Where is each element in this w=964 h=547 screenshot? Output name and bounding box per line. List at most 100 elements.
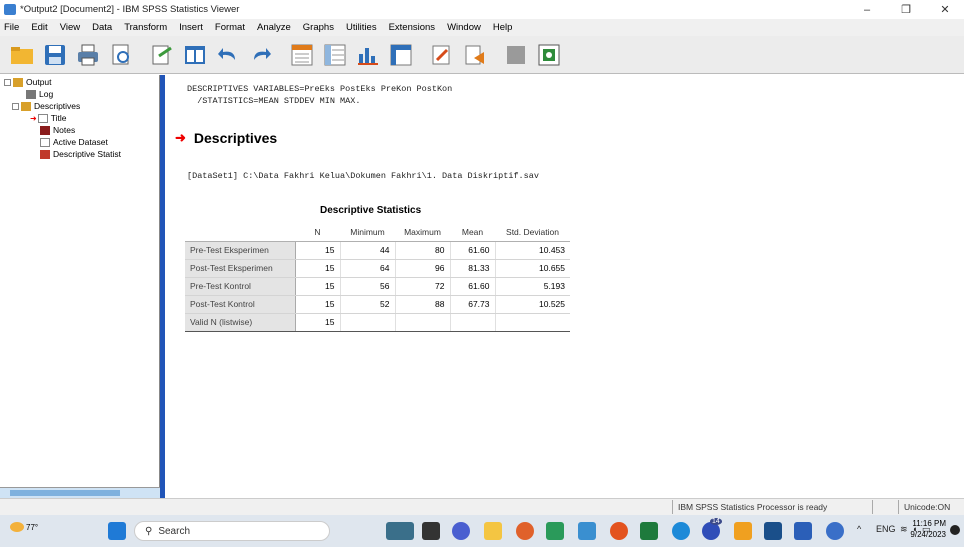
tree-label: Output — [26, 77, 52, 87]
word-icon[interactable] — [794, 522, 812, 540]
row-label: Valid N (listwise) — [185, 313, 296, 332]
tree-item-notes[interactable]: Notes — [40, 125, 75, 135]
row-label: Pre-Test Eksperimen — [185, 241, 296, 260]
window-title: *Output2 [Document2] - IBM SPSS Statisti… — [20, 4, 240, 15]
menu-format[interactable]: Format — [215, 22, 245, 33]
close-button[interactable]: ✕ — [928, 0, 962, 19]
tree-item-descriptive-statistics[interactable]: Descriptive Statist — [40, 149, 121, 159]
sticky-app-icon[interactable] — [734, 522, 752, 540]
table-cell: 81.33 — [449, 259, 495, 278]
menu-window[interactable]: Window — [447, 22, 481, 33]
menu-data[interactable]: Data — [92, 22, 112, 33]
excel-icon[interactable] — [640, 522, 658, 540]
table-header-row: N Minimum Maximum Mean Std. Deviation — [185, 223, 570, 242]
show-button[interactable] — [535, 41, 563, 69]
messaging-icon[interactable]: 14 — [702, 518, 722, 540]
variables-button[interactable] — [354, 41, 382, 69]
menu-view[interactable]: View — [60, 22, 80, 33]
task-view-icon[interactable] — [422, 522, 440, 540]
table-cell: 88 — [394, 295, 450, 314]
chat-icon[interactable] — [452, 522, 470, 540]
clock-time: 11:16 PM — [912, 519, 946, 528]
descriptive-statistics-table[interactable]: N Minimum Maximum Mean Std. Deviation Pr… — [185, 223, 570, 332]
edge-icon[interactable] — [672, 522, 690, 540]
log-icon — [26, 89, 36, 99]
tree-label: Descriptive Statist — [53, 149, 122, 159]
menu-analyze[interactable]: Analyze — [257, 22, 291, 33]
chrome-icon[interactable] — [516, 522, 534, 540]
redo-button[interactable] — [247, 41, 275, 69]
pivot-table-button[interactable] — [387, 41, 415, 69]
scrollbar-thumb[interactable] — [10, 490, 120, 496]
print-button[interactable] — [74, 41, 102, 69]
table-cell — [394, 313, 450, 332]
save-button[interactable] — [41, 41, 69, 69]
terminal-icon[interactable] — [764, 522, 782, 540]
tray-chevron-icon[interactable]: ^ — [857, 524, 861, 534]
menu-extensions[interactable]: Extensions — [389, 22, 435, 33]
table-cell: 15 — [294, 241, 340, 260]
table-cell: 80 — [394, 241, 450, 260]
row-label: Pre-Test Kontrol — [185, 277, 296, 296]
table-row: Valid N (listwise) 15 — [185, 313, 570, 332]
red-arrow-icon: ➜ — [175, 130, 186, 145]
start-icon[interactable] — [108, 522, 126, 540]
tree-label: Active Dataset — [53, 137, 108, 147]
network-app-icon[interactable] — [578, 522, 596, 540]
weather-widget[interactable]: 77° — [10, 522, 38, 532]
notification-icon[interactable] — [950, 525, 960, 535]
recall-dialog-button[interactable] — [181, 41, 209, 69]
hide-button[interactable] — [502, 41, 530, 69]
undo-button[interactable] — [214, 41, 242, 69]
tree-item-output[interactable]: Output — [4, 77, 52, 87]
taskbar-search[interactable]: ⚲ Search — [134, 521, 330, 541]
status-bar: IBM SPSS Statistics Processor is ready U… — [0, 498, 964, 515]
table-cell — [449, 313, 495, 332]
menu-edit[interactable]: Edit — [31, 22, 47, 33]
search-placeholder: Search — [158, 525, 191, 537]
script-button[interactable] — [461, 41, 489, 69]
designate-window-button[interactable] — [428, 41, 456, 69]
table-row: Post-Test Eksperimen 15 64 96 81.33 10.6… — [185, 259, 570, 278]
print-preview-button[interactable] — [107, 41, 135, 69]
section-heading: ➜ Descriptives — [175, 130, 277, 146]
table-title[interactable]: Descriptive Statistics — [320, 205, 421, 216]
minimize-button[interactable]: – — [850, 0, 884, 19]
menu-graphs[interactable]: Graphs — [303, 22, 334, 33]
weather-temp: 77° — [26, 522, 39, 532]
widget-icon[interactable] — [386, 522, 414, 540]
red-arrow-icon: ➜ — [30, 113, 37, 123]
goto-case-button[interactable] — [321, 41, 349, 69]
menu-transform[interactable]: Transform — [124, 22, 167, 33]
firefox-icon[interactable] — [610, 522, 628, 540]
open-folder-button[interactable] — [8, 41, 36, 69]
tree-item-active-dataset[interactable]: Active Dataset — [40, 137, 108, 147]
file-explorer-icon[interactable] — [484, 522, 502, 540]
tree-item-title[interactable]: ➜ Title — [30, 113, 66, 123]
table-row: Pre-Test Kontrol 15 56 72 61.60 5.193 — [185, 277, 570, 296]
tree-item-log[interactable]: Log — [26, 89, 53, 99]
maximize-button[interactable]: ❐ — [889, 0, 923, 19]
goto-data-button[interactable] — [288, 41, 316, 69]
clock[interactable]: 11:16 PM 9/24/2023 — [898, 518, 946, 540]
toolbar — [0, 36, 964, 74]
menu-insert[interactable]: Insert — [179, 22, 203, 33]
expand-minus-icon[interactable] — [4, 78, 11, 86]
table-cell: 5.193 — [494, 277, 570, 296]
tree-item-descriptives[interactable]: Descriptives — [12, 101, 80, 111]
menu-file[interactable]: File — [4, 22, 19, 33]
menu-help[interactable]: Help — [493, 22, 513, 33]
app-icon[interactable] — [546, 522, 564, 540]
language-indicator[interactable]: ENG — [876, 524, 896, 534]
menu-utilities[interactable]: Utilities — [346, 22, 377, 33]
table-cell: 10.453 — [494, 241, 570, 260]
export-button[interactable] — [148, 41, 176, 69]
table-row: Post-Test Kontrol 15 52 88 67.73 10.525 — [185, 295, 570, 314]
outline-horizontal-scrollbar[interactable] — [0, 487, 160, 498]
tree-label: Title — [50, 113, 67, 123]
weather-icon — [10, 522, 24, 532]
tree-label: Notes — [53, 125, 76, 135]
table-header: Minimum — [340, 223, 395, 242]
spss-taskbar-icon[interactable] — [826, 522, 844, 540]
expand-minus-icon[interactable] — [12, 102, 19, 110]
